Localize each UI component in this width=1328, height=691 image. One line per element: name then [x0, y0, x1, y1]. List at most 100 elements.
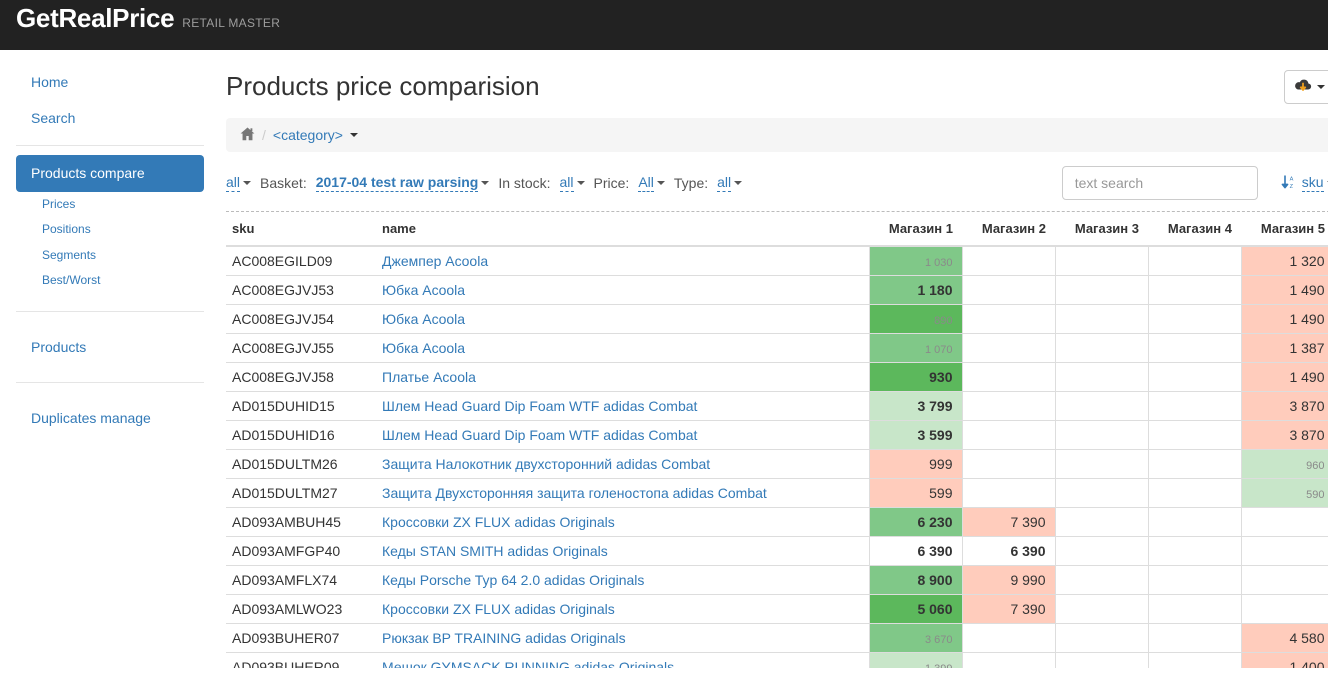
product-name-link[interactable]: Юбка Acoola — [382, 340, 465, 356]
cell-price-store-3[interactable] — [1054, 391, 1149, 421]
cell-price-store-4[interactable] — [1147, 449, 1242, 479]
cell-price-store-4[interactable] — [1147, 536, 1242, 566]
cell-price-store-3[interactable] — [1054, 275, 1149, 305]
sidebar-item-duplicates-manage[interactable]: Duplicates manage — [16, 400, 204, 436]
column-header-store-4[interactable]: Магазин 4 — [1148, 212, 1241, 247]
cell-price-store-5[interactable]: 590 — [1240, 478, 1328, 508]
column-header-store-3[interactable]: Магазин 3 — [1055, 212, 1148, 247]
cell-price-store-5[interactable]: 1 320 — [1240, 246, 1328, 276]
cell-price-store-3[interactable] — [1054, 420, 1149, 450]
filter-instock[interactable]: all — [559, 174, 585, 192]
cell-price-store-4[interactable] — [1147, 391, 1242, 421]
column-header-store-1[interactable]: Магазин 1 — [869, 212, 962, 247]
product-name-link[interactable]: Мешок GYMSACK RUNNING adidas Originals — [382, 659, 674, 668]
filter-instock-value[interactable]: all — [559, 174, 574, 192]
sidebar-subitem-best-worst[interactable]: Best/Worst — [16, 268, 204, 294]
cell-price-store-2[interactable] — [961, 478, 1056, 508]
column-header-store-5[interactable]: Магазин 5 — [1241, 212, 1328, 247]
breadcrumb-chevron-down-icon[interactable] — [349, 133, 358, 137]
product-name-link[interactable]: Шлем Head Guard Dip Foam WTF adidas Comb… — [382, 398, 697, 414]
cell-price-store-4[interactable] — [1147, 565, 1242, 595]
export-button[interactable] — [1283, 70, 1328, 104]
table-row[interactable]: AC008EGJVJ55 Юбка Acoola 1 070 1 387 — [226, 333, 1328, 363]
cell-price-store-4[interactable] — [1147, 420, 1242, 450]
table-row[interactable]: AC008EGJVJ54 Юбка Acoola 890 1 490 — [226, 304, 1328, 334]
cell-price-store-4[interactable] — [1147, 594, 1242, 624]
table-row[interactable]: AD093BUHER09 Мешок GYMSACK RUNNING adidas… — [226, 652, 1328, 668]
table-row[interactable]: AC008EGJVJ53 Юбка Acoola 1 180 1 490 — [226, 275, 1328, 305]
cell-price-store-2[interactable]: 7 390 — [961, 507, 1056, 537]
cell-price-store-2[interactable] — [961, 304, 1056, 334]
cell-price-store-5[interactable]: 1 400 — [1240, 652, 1328, 668]
cell-price-store-3[interactable] — [1054, 333, 1149, 363]
product-name-link[interactable]: Юбка Acoola — [382, 282, 465, 298]
cell-price-store-2[interactable] — [961, 449, 1056, 479]
cell-price-store-5[interactable]: 1 490 — [1240, 362, 1328, 392]
product-name-link[interactable]: Джемпер Acoola — [382, 253, 488, 269]
cell-price-store-5[interactable]: 1 490 — [1240, 275, 1328, 305]
cell-price-store-1[interactable]: 930 — [868, 362, 963, 392]
product-name-link[interactable]: Кроссовки ZX FLUX adidas Originals — [382, 514, 615, 530]
cell-price-store-1[interactable]: 3 670 — [868, 623, 963, 653]
cell-price-store-1[interactable]: 1 070 — [868, 333, 963, 363]
filter-type-value[interactable]: all — [717, 174, 732, 192]
cell-price-store-5[interactable] — [1240, 536, 1328, 566]
product-name-link[interactable]: Шлем Head Guard Dip Foam WTF adidas Comb… — [382, 427, 697, 443]
cell-price-store-2[interactable] — [961, 420, 1056, 450]
cell-price-store-1[interactable]: 6 390 — [868, 536, 963, 566]
cell-price-store-3[interactable] — [1054, 594, 1149, 624]
brand[interactable]: GetRealPrice RETAIL MASTER — [16, 3, 280, 34]
table-row[interactable]: AD015DULTM26 Защита Налокотник двухсторон… — [226, 449, 1328, 479]
cell-price-store-4[interactable] — [1147, 333, 1242, 363]
cell-price-store-3[interactable] — [1054, 449, 1149, 479]
cell-price-store-3[interactable] — [1054, 478, 1149, 508]
table-row[interactable]: AD093BUHER07 Рюкзак BP TRAINING adidas Or… — [226, 623, 1328, 653]
cell-price-store-4[interactable] — [1147, 362, 1242, 392]
column-header-sku[interactable]: sku — [226, 212, 376, 247]
cell-price-store-3[interactable] — [1054, 623, 1149, 653]
cell-price-store-3[interactable] — [1054, 652, 1149, 668]
cell-price-store-1[interactable]: 890 — [868, 304, 963, 334]
breadcrumb-category-link[interactable]: <category> — [273, 127, 343, 143]
table-row[interactable]: AC008EGILD09 Джемпер Acoola 1 030 1 320 — [226, 246, 1328, 276]
product-name-link[interactable]: Защита Налокотник двухсторонний adidas C… — [382, 456, 710, 472]
cell-price-store-2[interactable] — [961, 362, 1056, 392]
sidebar-subitem-segments[interactable]: Segments — [16, 243, 204, 269]
table-row[interactable]: AD093AMBUH45 Кроссовки ZX FLUX adidas Ori… — [226, 507, 1328, 537]
cell-price-store-2[interactable]: 7 390 — [961, 594, 1056, 624]
cell-price-store-2[interactable] — [961, 246, 1056, 276]
cell-price-store-2[interactable] — [961, 652, 1056, 668]
product-name-link[interactable]: Рюкзак BP TRAINING adidas Originals — [382, 630, 626, 646]
cell-price-store-4[interactable] — [1147, 507, 1242, 537]
cell-price-store-1[interactable]: 1 030 — [868, 246, 963, 276]
table-row[interactable]: AD093AMFGP40 Кеды STAN SMITH adidas Origi… — [226, 536, 1328, 566]
sidebar-item-home[interactable]: Home — [16, 64, 204, 100]
product-name-link[interactable]: Платье Acoola — [382, 369, 476, 385]
cell-price-store-4[interactable] — [1147, 304, 1242, 334]
cell-price-store-5[interactable]: 3 870 — [1240, 391, 1328, 421]
cell-price-store-4[interactable] — [1147, 246, 1242, 276]
cell-price-store-1[interactable]: 3 599 — [868, 420, 963, 450]
filter-basket-value[interactable]: 2017-04 test raw parsing — [315, 174, 479, 192]
sidebar-subitem-positions[interactable]: Positions — [16, 217, 204, 243]
table-row[interactable]: AC008EGJVJ58 Платье Acoola 930 1 490 — [226, 362, 1328, 392]
cell-price-store-2[interactable]: 6 390 — [961, 536, 1056, 566]
cell-price-store-3[interactable] — [1054, 362, 1149, 392]
sort-control[interactable]: A Z sku — [1281, 174, 1328, 193]
cell-price-store-5[interactable] — [1240, 594, 1328, 624]
cell-price-store-5[interactable]: 4 580 — [1240, 623, 1328, 653]
cell-price-store-4[interactable] — [1147, 275, 1242, 305]
product-name-link[interactable]: Кеды Porsche Typ 64 2.0 adidas Originals — [382, 572, 644, 588]
cell-price-store-5[interactable] — [1240, 565, 1328, 595]
cell-price-store-1[interactable]: 6 230 — [868, 507, 963, 537]
cell-price-store-3[interactable] — [1054, 565, 1149, 595]
cell-price-store-4[interactable] — [1147, 478, 1242, 508]
sort-field[interactable]: sku — [1301, 174, 1328, 192]
cell-price-store-3[interactable] — [1054, 304, 1149, 334]
filter-all[interactable]: all — [226, 174, 252, 192]
cell-price-store-5[interactable]: 1 490 — [1240, 304, 1328, 334]
cell-price-store-4[interactable] — [1147, 623, 1242, 653]
column-header-store-2[interactable]: Магазин 2 — [962, 212, 1055, 247]
cell-price-store-2[interactable] — [961, 333, 1056, 363]
cell-price-store-1[interactable]: 8 900 — [868, 565, 963, 595]
